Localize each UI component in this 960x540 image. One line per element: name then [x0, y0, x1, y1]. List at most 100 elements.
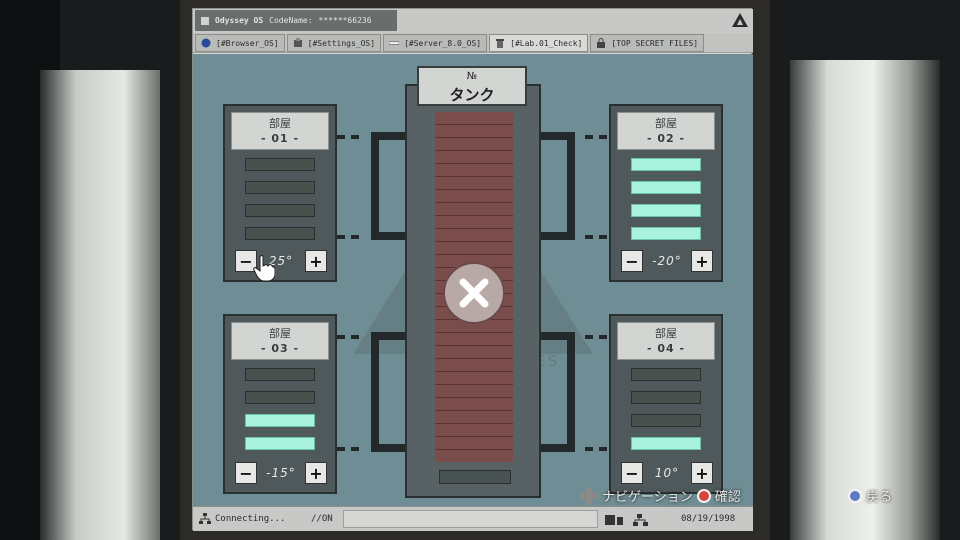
tab-server[interactable]: [#Server_8.0_OS]: [383, 34, 488, 52]
back-label: 戻る: [866, 490, 893, 505]
close-icon: [459, 278, 489, 308]
connection-status: Connecting...: [215, 514, 286, 524]
tank-stripe: [435, 359, 513, 372]
tab-label: [#Settings_OS]: [307, 38, 376, 48]
level-bar-off: [245, 391, 315, 404]
pipe: [371, 332, 379, 452]
level-bar-off: [245, 368, 315, 381]
tab-lab-check[interactable]: [#Lab.01_Check]: [489, 34, 589, 52]
decrease-temp-button[interactable]: −: [235, 462, 257, 484]
back-hint: 戻る: [848, 486, 892, 505]
curtain-left: [40, 70, 160, 540]
codename-label: CodeName:: [269, 16, 313, 25]
pipe: [371, 332, 405, 340]
level-bar-off: [245, 158, 315, 171]
room-header: 部屋 - 01 -: [231, 112, 329, 150]
tank-stripe: [435, 411, 513, 424]
pipe: [371, 132, 405, 140]
tab-settings[interactable]: [#Settings_OS]: [286, 34, 382, 52]
room-name: 部屋: [269, 117, 291, 130]
title-bar: Odyssey OS CodeName: ******66236: [193, 9, 753, 33]
temperature-control: − -15° +: [235, 460, 327, 486]
room-name: 部屋: [655, 117, 677, 130]
room-level-bars: [245, 368, 315, 450]
os-name: Odyssey OS: [215, 16, 264, 25]
confirm-label: 確認: [714, 490, 741, 505]
tank-stripe: [435, 333, 513, 346]
level-bar-on: [631, 204, 701, 217]
status-message-field: [343, 510, 598, 528]
level-bar-off: [631, 391, 701, 404]
increase-temp-button[interactable]: +: [690, 250, 713, 272]
room-level-bars: [245, 158, 315, 240]
room-level-bars: [631, 368, 701, 450]
pipe-dash: [337, 135, 359, 139]
room-number: - 03 -: [260, 342, 300, 355]
pipe: [541, 444, 575, 452]
pipe-dash: [585, 235, 607, 239]
room-header: 部屋 - 03 -: [231, 322, 329, 360]
room-04-panel: 部屋 - 04 - − 10° +: [609, 314, 723, 494]
room-number: - 01 -: [260, 132, 300, 145]
tank-stripe: [435, 346, 513, 359]
tank-stripe: [435, 242, 513, 255]
temperature-control: − 10° +: [621, 460, 713, 486]
tank-stripe: [435, 372, 513, 385]
increase-temp-button[interactable]: +: [305, 250, 327, 272]
lab-icon: [496, 39, 505, 48]
temperature-value: -20°: [652, 254, 682, 268]
level-bar-on: [631, 437, 701, 450]
level-bar-off: [631, 414, 701, 427]
tank-label: № タンク: [417, 66, 527, 106]
status-bar: Connecting... //ON 08/19/1998: [193, 506, 753, 531]
cross-button-icon: [848, 488, 862, 503]
increase-temp-button[interactable]: +: [691, 462, 713, 484]
tank-stripe: [435, 229, 513, 242]
lab-control-panel: EGIS LABORATORIES: [193, 54, 753, 506]
level-bar-on: [631, 158, 701, 171]
tab-browser[interactable]: [#Browser_OS]: [195, 34, 285, 52]
codename-value: ******66236: [318, 16, 372, 25]
increase-temp-button[interactable]: +: [304, 462, 327, 484]
tab-label: [#Server_8.0_OS]: [404, 38, 482, 48]
tank-stripe: [435, 177, 513, 190]
lock-icon: [597, 38, 606, 48]
system-date: 08/19/1998: [681, 514, 736, 524]
tank-stripe: [435, 138, 513, 151]
browser-icon: [201, 38, 211, 48]
decrease-temp-button[interactable]: −: [621, 462, 643, 484]
circle-button-icon: [696, 488, 711, 503]
room-01-panel: 部屋 - 01 - − 25° +: [223, 104, 337, 282]
room-name: 部屋: [655, 327, 677, 340]
level-bar-on: [245, 414, 315, 427]
pipe-dash: [337, 235, 359, 239]
tab-label: [#Lab.01_Check]: [510, 38, 583, 48]
computer-icon: [201, 16, 209, 25]
os-screen: Odyssey OS CodeName: ******66236 [#Brows…: [192, 8, 753, 531]
pipe: [567, 132, 575, 240]
room-02-panel: 部屋 - 02 - − -20° +: [609, 104, 723, 282]
tank-stripe: [435, 385, 513, 398]
level-bar-off: [245, 227, 315, 240]
tank-cancel-button[interactable]: [443, 262, 505, 324]
tank-base-slot: [439, 470, 511, 484]
temperature-value: -15°: [266, 466, 296, 480]
room-03-panel: 部屋 - 03 - − -15° +: [223, 314, 337, 494]
level-bar-on: [631, 227, 701, 240]
decrease-temp-button[interactable]: −: [621, 250, 643, 272]
network-icon: [199, 513, 211, 524]
pipe: [567, 332, 575, 452]
tab-bar: [#Browser_OS] [#Settings_OS] [#Server_8.…: [193, 33, 753, 53]
tank-stripe: [435, 190, 513, 203]
tank-stripe: [435, 151, 513, 164]
level-bar-on: [631, 181, 701, 194]
pipe: [541, 132, 575, 140]
dpad-icon: [580, 486, 598, 505]
tank-stripe: [435, 216, 513, 229]
tank: [405, 84, 541, 498]
tab-top-secret[interactable]: [TOP SECRET FILES]: [590, 34, 705, 52]
navigate-label: ナビゲーション: [602, 490, 693, 505]
room-header: 部屋 - 02 -: [617, 112, 715, 150]
tab-label: [TOP SECRET FILES]: [611, 38, 699, 48]
tank-number-sign: №: [466, 71, 478, 82]
